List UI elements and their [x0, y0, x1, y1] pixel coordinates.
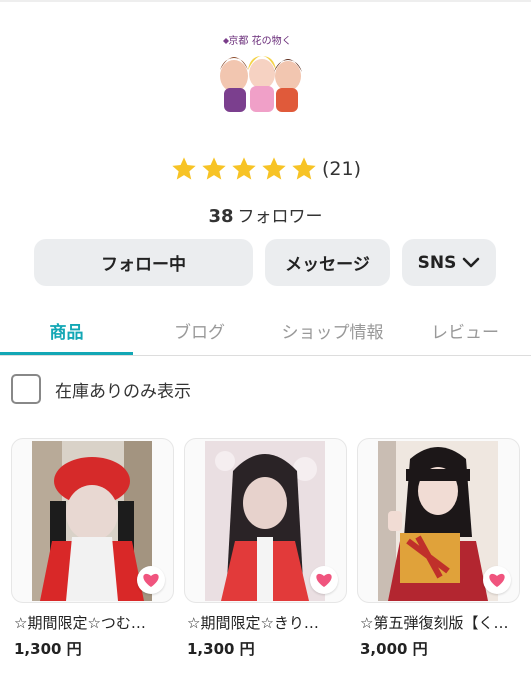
star-icon — [230, 155, 258, 183]
tab-blog[interactable]: ブログ — [133, 307, 266, 353]
product-card[interactable] — [11, 438, 174, 603]
star-icon — [290, 155, 318, 183]
shop-tabs: 商品 ブログ ショップ情報 レビュー — [0, 307, 531, 356]
tab-shop-info[interactable]: ショップ情報 — [266, 307, 399, 353]
heart-icon — [489, 573, 505, 587]
rating-count: (21) — [321, 158, 361, 180]
product-card[interactable] — [184, 438, 347, 603]
like-button[interactable] — [137, 566, 165, 594]
product-price: 1,300 円 — [14, 640, 82, 658]
product-image — [32, 441, 152, 601]
rating-stars — [170, 155, 318, 183]
product-title[interactable]: ☆第五弾復刻版【く… — [360, 612, 524, 633]
star-icon — [260, 155, 288, 183]
in-stock-checkbox[interactable] — [11, 374, 41, 404]
product-image — [378, 441, 498, 601]
product-title[interactable]: ☆期間限定☆きり… — [187, 612, 351, 633]
product-image — [205, 441, 325, 601]
star-icon — [170, 155, 198, 183]
tab-label: ショップ情報 — [281, 322, 384, 343]
followers-link[interactable]: 38 フォロワー — [0, 202, 531, 227]
active-tab-indicator — [0, 352, 133, 355]
chevron-down-icon — [463, 257, 480, 267]
heart-icon — [143, 573, 159, 587]
like-button[interactable] — [483, 566, 511, 594]
shop-rating[interactable]: (21) — [0, 155, 531, 183]
product-title[interactable]: ☆期間限定☆つむ… — [14, 612, 178, 633]
product-price: 3,000 円 — [360, 640, 428, 658]
like-button[interactable] — [310, 566, 338, 594]
in-stock-label: 在庫ありのみ表示 — [55, 381, 191, 402]
top-divider — [0, 0, 531, 2]
logo-text: 京都 花の物く — [228, 34, 291, 47]
heart-icon — [316, 573, 332, 587]
shop-logo: 京都 花の物く — [212, 30, 308, 116]
message-button-label: メッセージ — [285, 255, 370, 275]
product-price: 1,300 円 — [187, 640, 255, 658]
follow-button[interactable]: フォロー中 — [34, 239, 253, 286]
tab-label: ブログ — [174, 322, 225, 343]
tab-label: レビュー — [431, 322, 499, 343]
tab-label: 商品 — [49, 322, 84, 343]
star-icon — [200, 155, 228, 183]
in-stock-filter[interactable]: 在庫ありのみ表示 — [11, 374, 191, 404]
tab-reviews[interactable]: レビュー — [399, 307, 531, 353]
message-button[interactable]: メッセージ — [265, 239, 390, 286]
sns-button[interactable]: SNS — [402, 239, 496, 286]
followers-count: 38 — [208, 206, 234, 227]
follow-button-label: フォロー中 — [101, 255, 186, 275]
followers-label: フォロワー — [237, 207, 323, 227]
product-card[interactable] — [357, 438, 520, 603]
sns-button-label: SNS — [417, 252, 457, 273]
tab-products[interactable]: 商品 — [0, 307, 133, 353]
